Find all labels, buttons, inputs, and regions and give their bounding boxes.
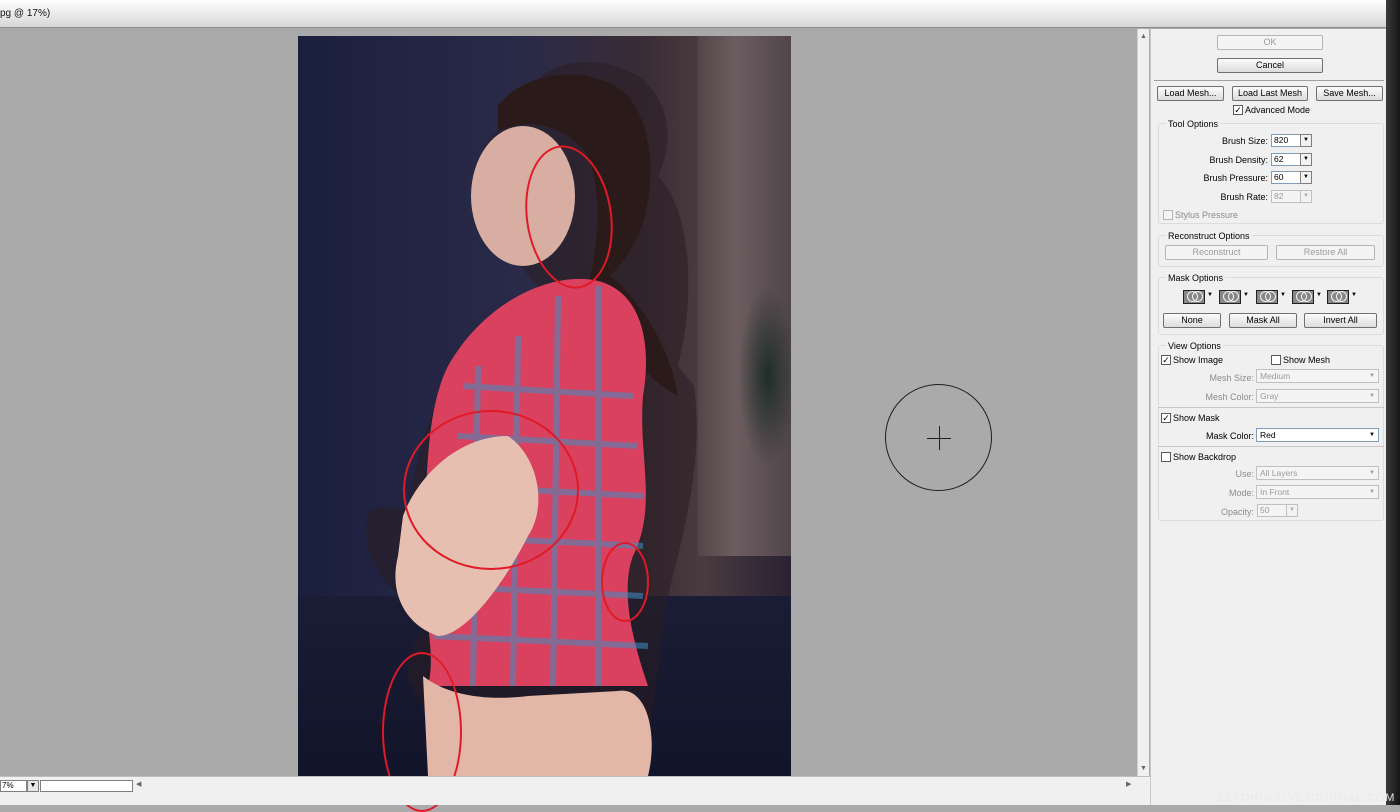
chevron-down-icon: ▼	[1369, 432, 1375, 438]
chevron-down-icon: ▼	[1369, 470, 1375, 476]
chevron-down-icon: ▼	[1207, 292, 1213, 298]
stylus-pressure-checkbox[interactable]	[1163, 210, 1173, 220]
brush-pressure-input[interactable]: 60	[1271, 171, 1301, 184]
mesh-size-select[interactable]: Medium ▼	[1256, 369, 1379, 383]
brush-density-dropdown-icon[interactable]: ▼	[1300, 153, 1312, 166]
brush-crosshair-v	[939, 426, 940, 450]
brush-rate-input[interactable]: 82	[1271, 190, 1301, 203]
reconstruct-options-title: Reconstruct Options	[1166, 231, 1252, 241]
show-image-checkbox[interactable]: ✓	[1161, 355, 1171, 365]
show-mask-label: Show Mask	[1173, 413, 1220, 423]
status-field	[40, 780, 133, 792]
mode-label: Mode:	[1228, 488, 1254, 498]
show-image-label: Show Image	[1173, 355, 1224, 365]
subject-silhouette	[366, 62, 697, 776]
mesh-size-label: Mesh Size:	[1209, 373, 1254, 383]
show-mesh-label: Show Mesh	[1283, 355, 1331, 365]
chevron-down-icon: ▼	[1243, 292, 1249, 298]
tool-options-title: Tool Options	[1166, 119, 1221, 129]
mask-none-button[interactable]: None	[1163, 313, 1221, 328]
opacity-input[interactable]: 50	[1257, 504, 1287, 517]
chevron-down-icon: ▼	[1369, 489, 1375, 495]
window-title: pg @ 17%)	[0, 8, 51, 19]
use-label: Use:	[1235, 469, 1254, 479]
brush-size-label: Brush Size:	[1221, 136, 1268, 146]
mesh-size-value: Medium	[1260, 371, 1291, 381]
stylus-pressure-label: Stylus Pressure	[1175, 210, 1239, 220]
mode-select[interactable]: In Front ▼	[1256, 485, 1379, 499]
view-options-title: View Options	[1166, 341, 1223, 351]
view-options-divider	[1158, 407, 1384, 408]
brush-rate-label: Brush Rate:	[1220, 192, 1268, 202]
opacity-dropdown-icon[interactable]: ▼	[1286, 504, 1298, 517]
scroll-down-icon[interactable]: ▼	[1140, 765, 1147, 772]
mask-color-select[interactable]: Red ▼	[1256, 428, 1379, 442]
scroll-up-icon[interactable]: ▲	[1140, 33, 1147, 40]
watermark-text: LETOHIN.LIVEJOURNAL.COM	[1218, 792, 1396, 804]
opacity-label: Opacity:	[1220, 507, 1254, 517]
mode-value: In Front	[1260, 487, 1290, 497]
advanced-mode-label: Advanced Mode	[1245, 105, 1311, 115]
window-edge	[1386, 0, 1400, 805]
chevron-down-icon: ▼	[1351, 292, 1357, 298]
brush-density-label: Brush Density:	[1209, 155, 1268, 165]
chevron-down-icon: ▼	[1280, 292, 1286, 298]
ok-button[interactable]: OK	[1217, 35, 1323, 50]
mask-all-button[interactable]: Mask All	[1229, 313, 1297, 328]
show-backdrop-label: Show Backdrop	[1173, 452, 1237, 462]
advanced-mode-checkbox[interactable]: ✓	[1233, 105, 1243, 115]
mesh-color-select[interactable]: Gray ▼	[1256, 389, 1379, 403]
mesh-color-value: Gray	[1260, 391, 1279, 401]
load-mesh-button[interactable]: Load Mesh...	[1157, 86, 1224, 101]
brush-pressure-dropdown-icon[interactable]: ▼	[1300, 171, 1312, 184]
invert-all-button[interactable]: Invert All	[1304, 313, 1377, 328]
status-bar: 7% ▼ ◀ ▶	[0, 776, 1150, 805]
mask-replace-selection-button[interactable]: ▼	[1183, 289, 1215, 305]
show-mesh-checkbox[interactable]	[1271, 355, 1281, 365]
mesh-color-label: Mesh Color:	[1205, 392, 1254, 402]
panel-divider	[1154, 80, 1384, 81]
view-options-divider	[1158, 446, 1384, 447]
window-titlebar: pg @ 17%)	[0, 0, 1400, 28]
cancel-button[interactable]: Cancel	[1217, 58, 1323, 73]
mask-subtract-selection-button[interactable]: ▼	[1256, 289, 1288, 305]
zoom-level-field[interactable]: 7%	[0, 780, 27, 792]
mask-color-label: Mask Color:	[1205, 431, 1254, 441]
save-mesh-button[interactable]: Save Mesh...	[1316, 86, 1383, 101]
brush-size-dropdown-icon[interactable]: ▼	[1300, 134, 1312, 147]
brush-pressure-label: Brush Pressure:	[1203, 173, 1268, 183]
chevron-down-icon: ▼	[1369, 373, 1375, 379]
load-last-mesh-button[interactable]: Load Last Mesh	[1232, 86, 1308, 101]
zoom-dropdown-icon[interactable]: ▼	[27, 780, 39, 792]
chevron-down-icon: ▼	[1316, 292, 1322, 298]
show-backdrop-checkbox[interactable]	[1161, 452, 1171, 462]
red-annotation-circle	[601, 542, 649, 622]
restore-all-button[interactable]: Restore All	[1276, 245, 1375, 260]
red-annotation-circle	[403, 410, 579, 570]
scroll-left-icon[interactable]: ◀	[136, 780, 141, 788]
mask-color-value: Red	[1260, 430, 1276, 440]
scroll-right-icon[interactable]: ▶	[1126, 780, 1131, 788]
reconstruct-button[interactable]: Reconstruct	[1165, 245, 1268, 260]
preview-image[interactable]	[298, 36, 791, 776]
brush-size-input[interactable]: 820	[1271, 134, 1301, 147]
chevron-down-icon: ▼	[1369, 393, 1375, 399]
mask-invert-selection-button[interactable]: ▼	[1327, 289, 1359, 305]
brush-rate-dropdown-icon[interactable]: ▼	[1300, 190, 1312, 203]
mask-add-selection-button[interactable]: ▼	[1219, 289, 1251, 305]
vertical-scrollbar[interactable]: ▲ ▼	[1137, 29, 1149, 776]
use-select[interactable]: All Layers ▼	[1256, 466, 1379, 480]
show-mask-checkbox[interactable]: ✓	[1161, 413, 1171, 423]
brush-density-input[interactable]: 62	[1271, 153, 1301, 166]
mask-intersect-selection-button[interactable]: ▼	[1292, 289, 1324, 305]
mask-options-title: Mask Options	[1166, 273, 1226, 283]
use-value: All Layers	[1260, 468, 1298, 478]
